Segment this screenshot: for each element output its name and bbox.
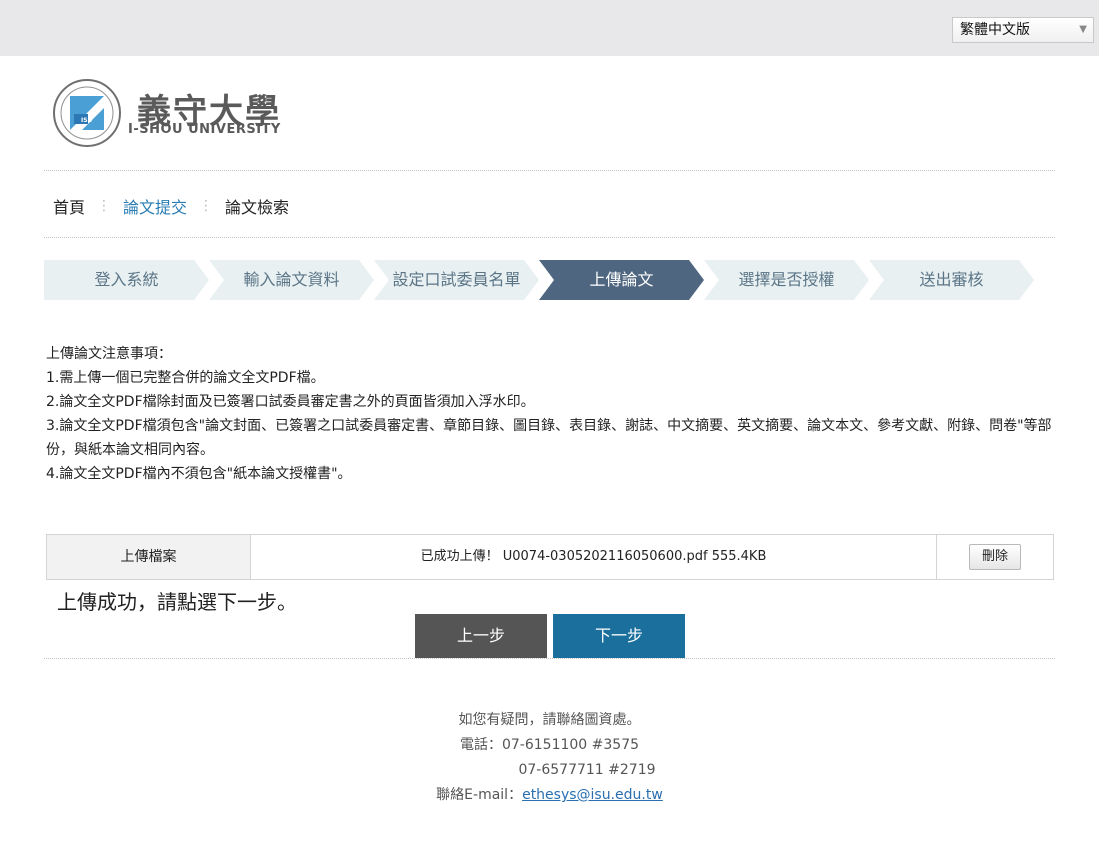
footer-contact: 如您有疑問，請聯絡圖資處。: [458, 712, 641, 728]
divider: [44, 658, 1055, 659]
language-select[interactable]: 繁體中文版 ▼: [952, 17, 1094, 43]
footer-email-label: 聯絡E-mail：: [436, 787, 523, 803]
nav-separator: ⋮: [199, 198, 214, 214]
upload-status: 已成功上傳！ U0074-0305202116050600.pdf 555.4K…: [251, 535, 937, 579]
step-authorize: 選擇是否授權: [704, 260, 869, 300]
breadcrumb-nav: 首頁 ⋮ 論文提交 ⋮ 論文檢索: [53, 194, 289, 218]
step-enter-data: 輸入論文資料: [209, 260, 374, 300]
seal-text: ISU: [81, 117, 93, 124]
upload-action-cell: 刪除: [937, 535, 1053, 579]
chevron-down-icon: ▼: [1079, 24, 1087, 35]
notes-item: 1.需上傳一個已完整合併的論文全文PDF檔。: [46, 370, 325, 386]
step-login: 登入系統: [44, 260, 209, 300]
footer-phone: 07-6577711 #2719: [518, 762, 656, 778]
nav-search[interactable]: 論文檢索: [225, 194, 289, 218]
top-bar: 繁體中文版 ▼: [0, 0, 1099, 56]
language-select-value: 繁體中文版: [960, 22, 1030, 38]
logo-name-en: I-SHOU UNIVERSITY: [128, 122, 281, 137]
footer-email-line: 聯絡E-mail：ethesys@isu.edu.tw: [0, 783, 1099, 808]
nav-home[interactable]: 首頁: [53, 194, 85, 218]
notes-item: 4.論文全文PDF檔內不須包含"紙本論文授權書"。: [46, 466, 352, 482]
notes-item: 2.論文全文PDF檔除封面及已簽署口試委員審定書之外的頁面皆須加入浮水印。: [46, 394, 535, 410]
upload-table: 上傳檔案 已成功上傳！ U0074-0305202116050600.pdf 5…: [46, 534, 1054, 580]
step-committee: 設定口試委員名單: [374, 260, 539, 300]
divider: [44, 237, 1055, 238]
notes-title: 上傳論文注意事項：: [46, 346, 172, 362]
nav-separator: ⋮: [97, 198, 112, 214]
progress-steps: 登入系統 輸入論文資料 設定口試委員名單 上傳論文 選擇是否授權 送出審核: [44, 260, 1044, 300]
step-upload: 上傳論文: [539, 260, 704, 300]
divider: [44, 170, 1055, 171]
previous-step-button[interactable]: 上一步: [415, 614, 547, 658]
delete-button[interactable]: 刪除: [969, 544, 1021, 570]
footer-phone: 電話：07-6151100 #3575: [459, 737, 640, 753]
nav-submit[interactable]: 論文提交: [123, 194, 187, 218]
step-submit-review: 送出審核: [869, 260, 1034, 300]
success-message: 上傳成功，請點選下一步。: [57, 590, 297, 614]
footer-email-link[interactable]: ethesys@isu.edu.tw: [522, 787, 663, 803]
seal-icon: [53, 79, 121, 147]
next-step-button[interactable]: 下一步: [553, 614, 685, 658]
upload-notes: 上傳論文注意事項： 1.需上傳一個已完整合併的論文全文PDF檔。 2.論文全文P…: [46, 342, 1056, 486]
footer: 如您有疑問，請聯絡圖資處。 電話：07-6151100 #3575 07-657…: [0, 708, 1099, 808]
upload-label: 上傳檔案: [47, 535, 251, 579]
notes-item: 3.論文全文PDF檔須包含"論文封面、已簽署之口試委員審定書、章節目錄、圖目錄、…: [46, 418, 1052, 458]
